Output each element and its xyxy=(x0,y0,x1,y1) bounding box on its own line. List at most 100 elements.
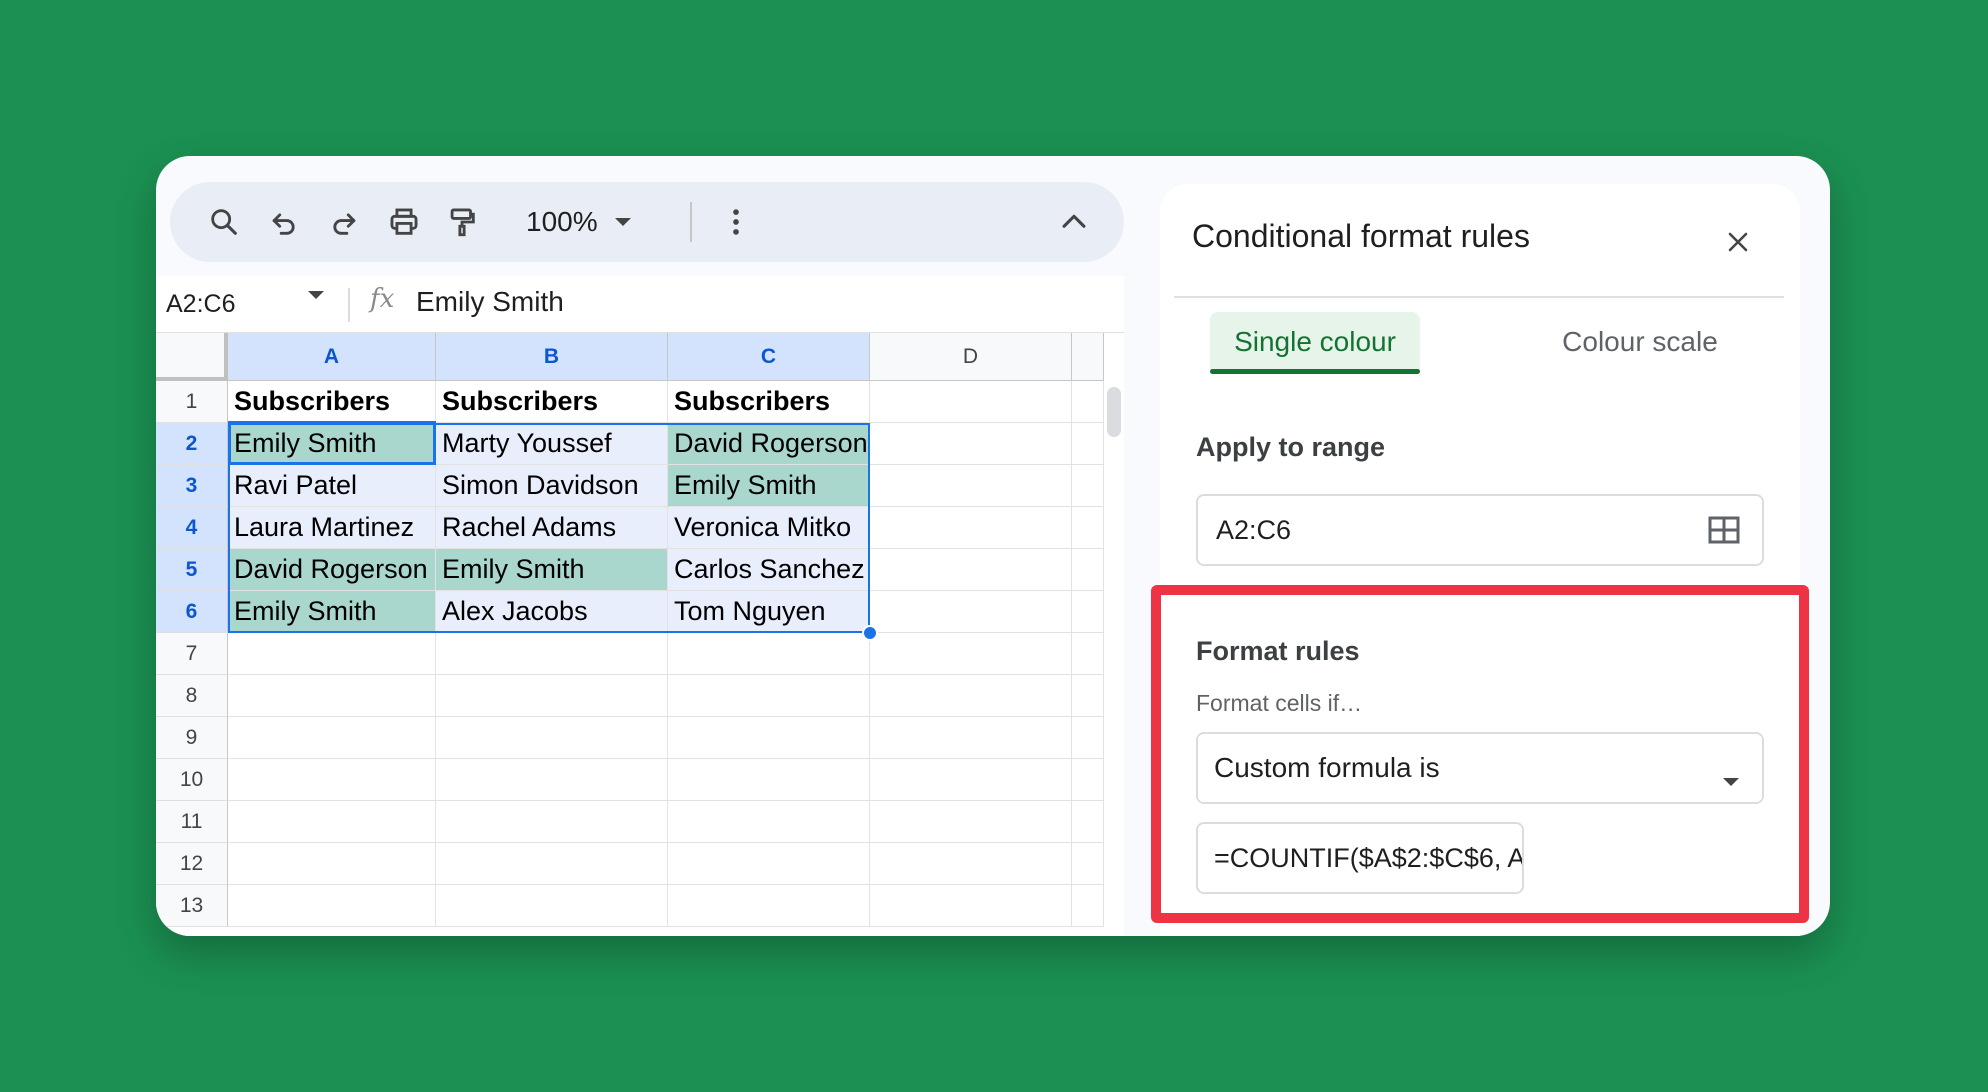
close-icon[interactable] xyxy=(1716,220,1760,264)
more-vert-icon[interactable] xyxy=(716,202,756,242)
scrollbar-thumb[interactable] xyxy=(1107,387,1121,437)
column-header-d[interactable]: D xyxy=(870,333,1072,381)
column-header-a[interactable]: A xyxy=(228,333,436,381)
column-header-e[interactable] xyxy=(1072,333,1104,381)
cell-e11[interactable] xyxy=(1072,801,1104,843)
cell-d6[interactable] xyxy=(870,591,1072,633)
cell-c13[interactable] xyxy=(668,885,870,927)
cell-a9[interactable] xyxy=(228,717,436,759)
select-all-corner[interactable] xyxy=(156,333,228,381)
cell-b12[interactable] xyxy=(436,843,668,885)
cell-d3[interactable] xyxy=(870,465,1072,507)
cell-d13[interactable] xyxy=(870,885,1072,927)
cell-a6[interactable]: Emily Smith xyxy=(228,591,436,633)
cell-d7[interactable] xyxy=(870,633,1072,675)
cell-d10[interactable] xyxy=(870,759,1072,801)
cell-b6[interactable]: Alex Jacobs xyxy=(436,591,668,633)
cell-e3[interactable] xyxy=(1072,465,1104,507)
cell-d9[interactable] xyxy=(870,717,1072,759)
cell-e4[interactable] xyxy=(1072,507,1104,549)
cell-b8[interactable] xyxy=(436,675,668,717)
cell-c1[interactable]: Subscribers xyxy=(668,381,870,423)
row-header-1[interactable]: 1 xyxy=(156,381,228,423)
cell-b11[interactable] xyxy=(436,801,668,843)
condition-dropdown[interactable]: Custom formula is xyxy=(1196,732,1764,804)
row-header-2[interactable]: 2 xyxy=(156,423,228,465)
cell-e9[interactable] xyxy=(1072,717,1104,759)
cell-d5[interactable] xyxy=(870,549,1072,591)
cell-c8[interactable] xyxy=(668,675,870,717)
row-header-11[interactable]: 11 xyxy=(156,801,228,843)
cell-b10[interactable] xyxy=(436,759,668,801)
row-header-5[interactable]: 5 xyxy=(156,549,228,591)
vertical-scrollbar[interactable] xyxy=(1104,381,1124,936)
row-header-13[interactable]: 13 xyxy=(156,885,228,927)
cell-e10[interactable] xyxy=(1072,759,1104,801)
zoom-select[interactable]: 100% xyxy=(526,204,632,240)
cell-b1[interactable]: Subscribers xyxy=(436,381,668,423)
cell-c10[interactable] xyxy=(668,759,870,801)
cell-d4[interactable] xyxy=(870,507,1072,549)
cell-c2[interactable]: David Rogerson xyxy=(668,423,870,465)
cell-c9[interactable] xyxy=(668,717,870,759)
cell-c4[interactable]: Veronica Mitko xyxy=(668,507,870,549)
cell-a11[interactable] xyxy=(228,801,436,843)
cell-c3[interactable]: Emily Smith xyxy=(668,465,870,507)
custom-formula-input[interactable]: =COUNTIF($A$2:$C$6, A2)>1 xyxy=(1196,822,1524,894)
cell-a3[interactable]: Ravi Patel xyxy=(228,465,436,507)
search-icon[interactable] xyxy=(204,202,244,242)
cell-a1[interactable]: Subscribers xyxy=(228,381,436,423)
cell-c5[interactable]: Carlos Sanchez xyxy=(668,549,870,591)
column-header-c[interactable]: C xyxy=(668,333,870,381)
cell-d2[interactable] xyxy=(870,423,1072,465)
cell-e13[interactable] xyxy=(1072,885,1104,927)
tab-single-colour[interactable]: Single colour xyxy=(1210,312,1420,374)
row-header-3[interactable]: 3 xyxy=(156,465,228,507)
cell-b9[interactable] xyxy=(436,717,668,759)
cell-a8[interactable] xyxy=(228,675,436,717)
cell-b5[interactable]: Emily Smith xyxy=(436,549,668,591)
cell-b7[interactable] xyxy=(436,633,668,675)
cell-a4[interactable]: Laura Martinez xyxy=(228,507,436,549)
column-header-b[interactable]: B xyxy=(436,333,668,381)
cell-e7[interactable] xyxy=(1072,633,1104,675)
caret-down-icon[interactable] xyxy=(306,288,326,306)
cell-d11[interactable] xyxy=(870,801,1072,843)
print-icon[interactable] xyxy=(384,202,424,242)
formula-input[interactable]: Emily Smith xyxy=(416,286,564,318)
row-header-9[interactable]: 9 xyxy=(156,717,228,759)
range-input[interactable]: A2:C6 xyxy=(1196,494,1764,566)
chevron-up-icon[interactable] xyxy=(1054,202,1094,242)
fill-handle[interactable] xyxy=(862,625,878,641)
paint-format-icon[interactable] xyxy=(442,202,482,242)
cell-e1[interactable] xyxy=(1072,381,1104,423)
row-header-6[interactable]: 6 xyxy=(156,591,228,633)
cell-c7[interactable] xyxy=(668,633,870,675)
select-range-icon[interactable] xyxy=(1708,516,1740,551)
cell-d1[interactable] xyxy=(870,381,1072,423)
cell-e6[interactable] xyxy=(1072,591,1104,633)
cell-e12[interactable] xyxy=(1072,843,1104,885)
cell-c6[interactable]: Tom Nguyen xyxy=(668,591,870,633)
redo-icon[interactable] xyxy=(324,202,364,242)
cell-b13[interactable] xyxy=(436,885,668,927)
undo-icon[interactable] xyxy=(264,202,304,242)
row-header-8[interactable]: 8 xyxy=(156,675,228,717)
cell-b4[interactable]: Rachel Adams xyxy=(436,507,668,549)
cell-e2[interactable] xyxy=(1072,423,1104,465)
cell-a13[interactable] xyxy=(228,885,436,927)
cell-e5[interactable] xyxy=(1072,549,1104,591)
cell-a5[interactable]: David Rogerson xyxy=(228,549,436,591)
row-header-12[interactable]: 12 xyxy=(156,843,228,885)
cell-c11[interactable] xyxy=(668,801,870,843)
cell-a2[interactable]: Emily Smith xyxy=(228,423,436,465)
row-header-7[interactable]: 7 xyxy=(156,633,228,675)
cell-a12[interactable] xyxy=(228,843,436,885)
cell-b2[interactable]: Marty Youssef xyxy=(436,423,668,465)
tab-colour-scale[interactable]: Colour scale xyxy=(1540,312,1740,372)
row-header-10[interactable]: 10 xyxy=(156,759,228,801)
cell-d12[interactable] xyxy=(870,843,1072,885)
cell-b3[interactable]: Simon Davidson xyxy=(436,465,668,507)
row-header-4[interactable]: 4 xyxy=(156,507,228,549)
cell-e8[interactable] xyxy=(1072,675,1104,717)
